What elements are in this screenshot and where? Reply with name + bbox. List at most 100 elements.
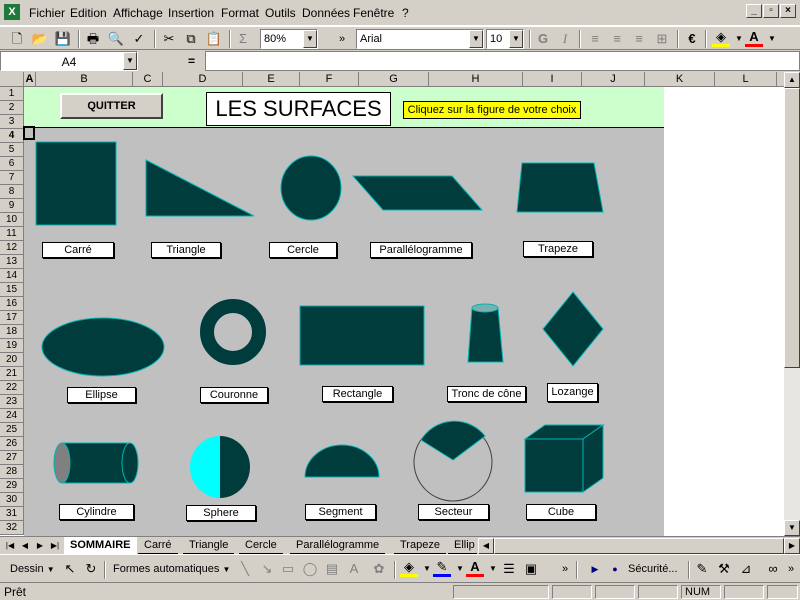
first-sheet-icon[interactable]: |◀ [3,538,17,553]
cube-shape[interactable] [524,438,584,493]
chevron-down-icon[interactable]: ▼ [509,30,523,48]
rectangle-shape[interactable] [299,305,425,366]
tab-cercle[interactable]: Cercle [239,537,283,554]
oval-tool-icon[interactable]: ◯ [301,560,319,578]
tab-carre[interactable]: Carré [138,537,178,554]
line-icon[interactable]: ╲ [236,560,254,578]
label-cube-button[interactable]: Cube [526,504,596,520]
scroll-down-icon[interactable]: ▼ [784,520,800,536]
tab-ellipse[interactable]: Ellip [448,537,477,554]
name-box[interactable]: A4 ▼ [0,51,138,71]
euro-icon[interactable]: € [683,30,701,48]
label-sphere-button[interactable]: Sphere [186,505,256,521]
label-ellipse-button[interactable]: Ellipse [67,387,136,403]
label-parallelogramme-button[interactable]: Parallélogramme [370,242,472,258]
arrow-icon[interactable]: ↘ [258,560,276,578]
line-color-icon[interactable]: ✎ [433,560,451,577]
square-shape[interactable] [35,141,117,226]
last-sheet-icon[interactable]: ▶| [48,538,62,553]
new-document-icon[interactable]: 🗋 [8,30,26,48]
open-folder-icon[interactable]: 📂 [31,30,49,48]
sphere-light-half-shape[interactable] [190,436,220,498]
rectangle-tool-icon[interactable]: ▭ [279,560,297,578]
chevron-down-icon[interactable]: ▼ [469,30,483,48]
menu-format[interactable]: Format [221,6,259,20]
label-triangle-button[interactable]: Triangle [151,242,221,258]
toolbar-overflow-icon[interactable]: » [782,560,800,578]
label-lozange-button[interactable]: Lozange [547,383,598,402]
cut-scissors-icon[interactable]: ✂ [160,30,178,48]
line-style-icon[interactable]: ☰ [500,560,518,578]
label-cylindre-button[interactable]: Cylindre [59,504,134,520]
dessin-menu[interactable]: Dessin ▼ [10,563,55,575]
record-macro-icon[interactable]: ● [606,560,624,578]
chevron-down-icon[interactable]: ▼ [303,30,317,48]
label-cercle-button[interactable]: Cercle [269,242,337,258]
fill-color-icon[interactable]: ◈ [712,30,730,47]
horizontal-scroll-thumb[interactable] [494,538,784,554]
chevron-down-icon[interactable]: ▼ [123,52,137,70]
parallelogram-shape[interactable] [351,175,484,211]
select-arrow-icon[interactable]: ↖ [61,560,79,578]
autosum-icon[interactable]: Σ [234,30,252,48]
minimize-window-button[interactable]: _ [746,4,762,18]
print-icon[interactable]: 🖶 [84,30,102,48]
font-select[interactable]: Arial ▼ [356,29,484,49]
edit-formula-button[interactable]: = [188,54,195,68]
label-segment-button[interactable]: Segment [305,504,376,520]
print-preview-icon[interactable]: 🔍 [107,30,125,48]
spellcheck-icon[interactable]: ✓ [130,30,148,48]
menu-outils[interactable]: Outils [265,6,296,20]
glasses-icon[interactable]: ∞ [764,560,782,578]
scroll-up-icon[interactable]: ▲ [784,72,800,88]
label-rectangle-button[interactable]: Rectangle [322,386,393,402]
merge-cells-icon[interactable]: ⊞ [653,30,671,48]
close-window-button[interactable]: × [780,4,796,18]
tab-sommaire[interactable]: SOMMAIRE [64,537,137,554]
toolbar-overflow-icon[interactable]: » [556,560,574,578]
vertical-scrollbar[interactable]: ▲ ▼ [784,72,800,536]
design-mode-icon[interactable]: ⊿ [737,560,755,578]
triangle-shape[interactable] [145,159,255,217]
fill-color-icon[interactable]: ◈ [400,560,418,577]
rotate-icon[interactable]: ↻ [82,560,100,578]
tab-trapeze[interactable]: Trapeze [394,537,446,554]
worksheet-grid[interactable]: ABCDEFGHIJKLM 12345678910111213141516171… [0,72,784,536]
trapeze-shape[interactable] [516,162,604,213]
truncated-cone-shape[interactable] [467,307,504,363]
sector-shape[interactable] [420,420,486,461]
label-couronne-button[interactable]: Couronne [200,387,268,403]
align-left-icon[interactable]: ≡ [586,30,604,48]
menu-fenetre[interactable]: Fenêtre [353,6,394,20]
ellipse-shape[interactable] [41,317,165,377]
label-tronc-button[interactable]: Tronc de cône [447,386,526,402]
excel-app-icon[interactable]: X [4,4,20,20]
macro-run-icon[interactable]: ▶ [586,560,604,578]
font-color-icon[interactable]: A [466,560,484,577]
horizontal-scrollbar[interactable]: ◀ ▶ [478,538,800,554]
menu-edition[interactable]: Edition [70,6,107,20]
scroll-left-icon[interactable]: ◀ [478,538,494,554]
align-center-icon[interactable]: ≡ [608,30,626,48]
text-box-icon[interactable]: ▤ [323,560,341,578]
label-carre-button[interactable]: Carré [42,242,114,258]
formula-input[interactable] [205,51,800,71]
paste-icon[interactable]: 📋 [205,30,223,48]
circle-shape[interactable] [280,155,342,221]
zoom-select[interactable]: 80% ▼ [260,29,318,49]
menu-affichage[interactable]: Affichage [113,6,163,20]
prev-sheet-icon[interactable]: ◀ [18,538,32,553]
font-color-icon[interactable]: A [745,30,763,47]
copy-icon[interactable]: ⧉ [182,30,200,48]
scroll-right-icon[interactable]: ▶ [784,538,800,554]
italic-button[interactable]: I [556,30,574,48]
chevron-down-icon[interactable]: ▼ [763,30,781,48]
lozange-shape[interactable] [542,291,604,367]
restore-window-button[interactable]: ▫ [763,4,779,18]
toolbar-overflow-icon[interactable]: » [333,30,351,48]
security-button[interactable]: Sécurité... [628,563,678,575]
label-trapeze-button[interactable]: Trapeze [523,241,593,257]
ring-shape[interactable] [200,299,266,365]
vba-editor-icon[interactable]: ✎ [693,560,711,578]
menu-donnees[interactable]: Données [302,6,350,20]
